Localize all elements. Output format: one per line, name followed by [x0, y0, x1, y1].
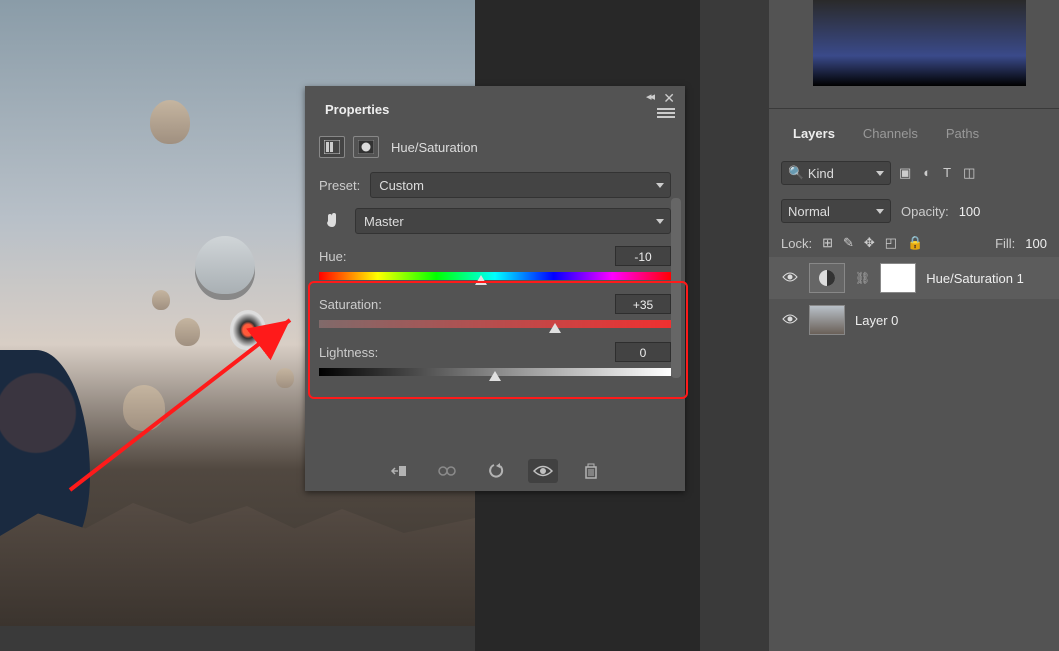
panel-menu-icon[interactable] [657, 106, 675, 118]
fill-label: Fill: [995, 236, 1015, 251]
hue-slider[interactable] [319, 272, 671, 282]
properties-footer [305, 449, 685, 483]
lightness-label: Lightness: [319, 345, 378, 360]
right-panel-group: Layers Channels Paths 🔍 Kind ▣ ◐ T ◫ Nor… [769, 0, 1059, 651]
lock-position-icon[interactable]: ✥ [864, 235, 875, 251]
kind-label: Kind [808, 166, 834, 181]
opacity-value[interactable]: 100 [959, 204, 981, 219]
toggle-visibility-icon[interactable] [528, 459, 558, 483]
hue-value-input[interactable]: -10 [615, 246, 671, 266]
navigator-thumbnail[interactable] [813, 0, 1026, 86]
balloon-graphic [276, 368, 294, 388]
balloon-graphic [230, 310, 266, 350]
adjustment-type-label: Hue/Saturation [391, 140, 478, 155]
layer-mask-thumb[interactable] [880, 263, 916, 293]
lightness-value-input[interactable]: 0 [615, 342, 671, 362]
fill-value[interactable]: 100 [1025, 236, 1047, 251]
reset-icon[interactable] [480, 459, 510, 483]
properties-scrollbar[interactable] [671, 198, 681, 378]
layer-visibility-icon[interactable] [781, 313, 799, 328]
lock-artboard-icon[interactable]: ◰ [885, 235, 897, 251]
chevron-down-icon [656, 183, 664, 188]
saturation-slider[interactable] [319, 320, 671, 330]
tab-layers[interactable]: Layers [781, 118, 847, 149]
chevron-down-icon [656, 219, 664, 224]
lock-label: Lock: [781, 236, 812, 251]
layers-panel: Layers Channels Paths 🔍 Kind ▣ ◐ T ◫ Nor… [769, 118, 1059, 341]
filter-shape-icon[interactable]: ◫ [963, 165, 975, 181]
blend-mode-select[interactable]: Normal [781, 199, 891, 223]
layer-visibility-icon[interactable] [781, 271, 799, 286]
filter-adjustment-icon[interactable]: ◐ [923, 165, 931, 181]
clip-to-layer-icon[interactable] [384, 459, 414, 483]
search-icon: 🔍 [788, 165, 804, 181]
properties-tab[interactable]: Properties [313, 96, 401, 123]
hue-label: Hue: [319, 249, 346, 264]
layer-row[interactable]: ⛓ Hue/Saturation 1 [769, 257, 1059, 299]
lightness-slider-thumb[interactable] [489, 371, 501, 381]
chevron-down-icon [876, 171, 884, 176]
properties-tabbar: Properties [305, 86, 685, 118]
tab-channels[interactable]: Channels [851, 118, 930, 149]
opacity-label: Opacity: [901, 204, 949, 219]
lock-transparency-icon[interactable]: ⊞ [822, 235, 833, 251]
saturation-label: Saturation: [319, 297, 382, 312]
collapse-panel-icon[interactable]: ◂◂ [646, 90, 653, 103]
balloon-graphic [152, 290, 170, 310]
channel-select[interactable]: Master [355, 208, 671, 234]
delete-adjustment-icon[interactable] [576, 459, 606, 483]
preset-value: Custom [379, 178, 424, 193]
preset-select[interactable]: Custom [370, 172, 671, 198]
targeted-adjustment-icon[interactable] [319, 208, 345, 234]
filter-pixel-icon[interactable]: ▣ [899, 165, 911, 181]
layer-name[interactable]: Hue/Saturation 1 [926, 271, 1024, 286]
hue-slider-thumb[interactable] [475, 275, 487, 285]
adjustment-presets-icon[interactable] [319, 136, 345, 158]
chevron-down-icon [876, 209, 884, 214]
lock-pixels-icon[interactable]: ✎ [843, 235, 854, 251]
filter-type-icon[interactable]: T [943, 165, 951, 181]
balloon-graphic [175, 318, 200, 346]
saturation-slider-thumb[interactable] [549, 323, 561, 333]
balloon-graphic [195, 236, 255, 300]
view-previous-state-icon[interactable] [432, 459, 462, 483]
lock-all-icon[interactable]: 🔒 [907, 235, 923, 251]
balloon-graphic [150, 100, 190, 144]
properties-panel: ◂◂ ✕ Properties Hue/Saturation Preset: C… [305, 86, 685, 491]
adjustment-layer-thumb[interactable] [809, 263, 845, 293]
layer-name[interactable]: Layer 0 [855, 313, 898, 328]
tab-paths[interactable]: Paths [934, 118, 991, 149]
blend-mode-value: Normal [788, 204, 830, 219]
balloon-graphic [123, 385, 165, 431]
layer-filter-kind-select[interactable]: 🔍 Kind [781, 161, 891, 185]
close-panel-icon[interactable]: ✕ [663, 90, 675, 107]
layer-row[interactable]: Layer 0 [769, 299, 1059, 341]
lightness-slider[interactable] [319, 368, 671, 378]
channel-value: Master [364, 214, 404, 229]
saturation-value-input[interactable]: +35 [615, 294, 671, 314]
panel-separator [769, 108, 1059, 109]
layer-mask-icon[interactable] [353, 136, 379, 158]
pixel-layer-thumb[interactable] [809, 305, 845, 335]
layer-link-icon[interactable]: ⛓ [855, 271, 870, 285]
preset-label: Preset: [319, 178, 360, 193]
